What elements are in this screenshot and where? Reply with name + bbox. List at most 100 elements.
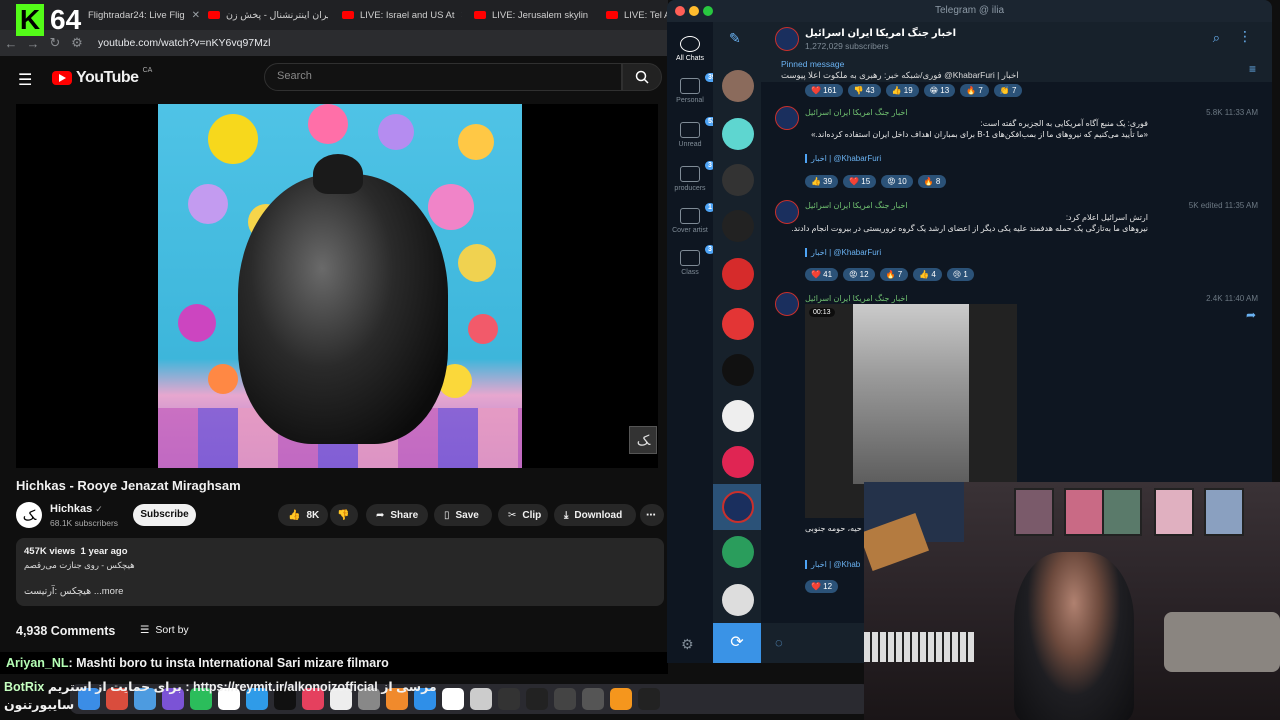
chat-avatar[interactable]: [722, 210, 754, 242]
message-source[interactable]: اخبار | @Khab: [805, 560, 860, 569]
chat-avatar[interactable]: [722, 308, 754, 340]
reaction[interactable]: ❤️ 12: [805, 580, 839, 593]
channel-name[interactable]: اخبار جنگ امریکا ایران اسرائیل: [805, 28, 956, 39]
youtube-icon: [606, 11, 618, 19]
unity-icon[interactable]: [554, 688, 576, 710]
selected-chat-highlight[interactable]: [713, 484, 761, 530]
more-actions-button[interactable]: ⋯: [640, 504, 664, 526]
tab-live-jerusalem[interactable]: LIVE: Jerusalem skylin✕: [466, 4, 594, 26]
subscribe-button[interactable]: Subscribe: [133, 504, 196, 526]
chat-avatar[interactable]: [722, 258, 754, 290]
video-player[interactable]: [16, 104, 658, 468]
thumbs-up-icon: 👍: [288, 509, 301, 521]
minimize-window-icon[interactable]: [689, 6, 699, 16]
message-sender[interactable]: اخبار جنگ امریکا ایران اسرائیل: [805, 294, 908, 303]
close-icon[interactable]: ✕: [192, 10, 200, 21]
reaction[interactable]: 👍 19: [885, 84, 919, 97]
sort-comments-button[interactable]: ☰ Sort by: [140, 624, 189, 636]
folder-icon: 397: [680, 73, 723, 94]
garbage-bag: [238, 174, 448, 444]
share-button[interactable]: ➦ Share: [366, 504, 428, 526]
chat-avatar[interactable]: [722, 446, 754, 478]
message-meta: 2.4K 11:40 AM: [1206, 294, 1258, 303]
pinned-message-bar[interactable]: Pinned message فوری/شبکه خبر: رهبری به م…: [761, 56, 1272, 83]
comments-icon[interactable]: ◌: [775, 635, 783, 650]
search-input[interactable]: [265, 64, 609, 88]
reaction[interactable]: 😢 1: [946, 268, 974, 281]
chat-avatar[interactable]: [722, 584, 754, 616]
sort-icon: ☰: [140, 624, 150, 636]
reaction[interactable]: 👍 4: [913, 268, 942, 281]
message-source[interactable]: اخبار | @KhabarFuri: [805, 154, 881, 163]
folder-personal[interactable]: 397 Personal: [667, 73, 723, 104]
folder-unread[interactable]: 532 Unread: [667, 117, 723, 148]
chat-avatar[interactable]: [722, 400, 754, 432]
tab-live-israel[interactable]: LIVE: Israel and US At ✕: [334, 4, 462, 26]
tab-live-telaviv[interactable]: LIVE: Tel Av: [598, 4, 668, 26]
reaction[interactable]: 🔥 8: [917, 175, 947, 188]
message-sender[interactable]: اخبار جنگ امریکا ایران اسرائیل: [805, 201, 908, 210]
openai-icon[interactable]: [498, 688, 520, 710]
folder-class[interactable]: 3 Class: [667, 245, 715, 276]
chat-avatar[interactable]: [722, 354, 754, 386]
channel-avatar[interactable]: [775, 27, 799, 51]
description-more[interactable]: هیچکس :آرتیست ...more: [24, 586, 123, 597]
message-avatar[interactable]: [775, 292, 799, 316]
reaction[interactable]: ❤️ 161: [805, 84, 843, 97]
folder-all-chats[interactable]: All Chats: [667, 36, 713, 62]
save-button[interactable]: ▯ Save: [434, 504, 492, 526]
like-button[interactable]: 👍 8K: [278, 504, 328, 526]
clip-button[interactable]: ✂ Clip: [498, 504, 548, 526]
reaction[interactable]: 🔥 7: [879, 268, 909, 281]
channel-watermark-icon[interactable]: ﮏ: [629, 426, 657, 454]
capcut-icon[interactable]: [638, 688, 660, 710]
pinned-list-icon[interactable]: ≡: [1249, 62, 1256, 76]
message-avatar[interactable]: [775, 200, 799, 224]
tab-iran-international[interactable]: ایران اینترنشنال - پخش زن✕: [200, 4, 328, 26]
folder-producers[interactable]: 3 producers: [667, 161, 715, 192]
reaction[interactable]: ❤️ 41: [805, 268, 839, 281]
filters-icon[interactable]: ⚙: [681, 636, 694, 653]
search-button[interactable]: [622, 63, 662, 91]
channel-name[interactable]: Hichkas ✓: [50, 503, 103, 515]
reaction[interactable]: 👎 43: [847, 84, 881, 97]
search-icon[interactable]: ⌕: [1213, 30, 1220, 46]
fl-studio-icon[interactable]: [610, 688, 632, 710]
thumbs-down-icon: 👎: [337, 509, 350, 521]
close-window-icon[interactable]: [675, 6, 685, 16]
more-icon[interactable]: ⋮: [1238, 28, 1252, 45]
comments-count: 4,938 Comments: [16, 624, 116, 638]
message-avatar[interactable]: [775, 106, 799, 130]
share-icon: ➦: [376, 509, 385, 521]
download-button[interactable]: ⤓ Download: [554, 504, 636, 526]
reaction[interactable]: 😁 13: [923, 84, 956, 97]
youtube-icon: [474, 11, 486, 19]
message-source[interactable]: اخبار | @KhabarFuri: [805, 248, 881, 257]
zoom-window-icon[interactable]: [703, 6, 713, 16]
chat-avatar[interactable]: [722, 536, 754, 568]
youtube-logo[interactable]: YouTube CA: [52, 67, 152, 87]
app-icon[interactable]: [526, 688, 548, 710]
scissors-icon: ✂: [508, 509, 517, 521]
search-box[interactable]: [264, 63, 622, 91]
compose-icon[interactable]: ✎: [729, 30, 741, 47]
reaction[interactable]: 😡 10: [881, 175, 913, 188]
reaction[interactable]: ❤️ 15: [843, 175, 877, 188]
reaction[interactable]: 👏 7: [993, 84, 1023, 97]
dislike-button[interactable]: 👎: [330, 504, 358, 526]
chat-avatar[interactable]: [722, 164, 754, 196]
reaction[interactable]: 🔥 7: [960, 84, 989, 97]
message-sender[interactable]: اخبار جنگ امریکا ایران اسرائیل: [805, 108, 908, 117]
folder-cover-artist[interactable]: 1 Cover artist: [667, 203, 715, 234]
reaction[interactable]: 😡 12: [843, 268, 875, 281]
reaction[interactable]: 👍 39: [805, 175, 839, 188]
chat-avatar[interactable]: [722, 70, 754, 102]
menu-icon[interactable]: ☰: [18, 70, 38, 90]
forward-icon[interactable]: ➦: [1246, 308, 1256, 322]
chat-avatar[interactable]: [722, 118, 754, 150]
app-icon[interactable]: [582, 688, 604, 710]
refresh-button[interactable]: ⟳: [713, 623, 761, 663]
channel-avatar[interactable]: ﮏ: [16, 502, 42, 528]
url-field[interactable]: youtube.com/watch?v=nKY6vq97Mzl: [98, 37, 270, 49]
close-icon[interactable]: ✕: [461, 10, 462, 21]
